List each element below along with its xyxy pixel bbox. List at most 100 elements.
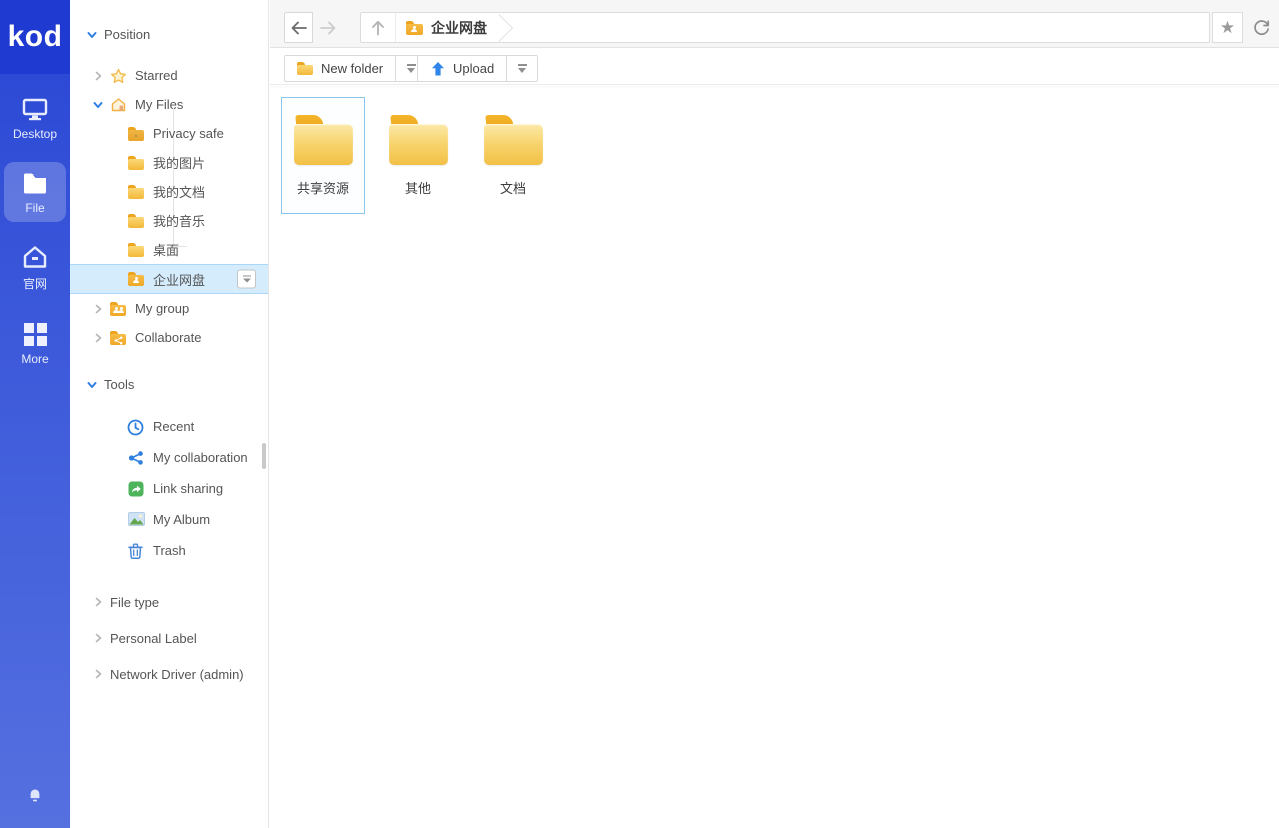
address-bar: 企业网盘 — [360, 12, 1210, 43]
kod-logo[interactable]: kod — [0, 0, 70, 74]
sidebar-item-starred[interactable]: Starred — [70, 61, 268, 90]
breadcrumb-chevron-icon — [497, 13, 519, 42]
folder-user-icon — [406, 20, 424, 36]
sidebar-item-trash[interactable]: Trash — [70, 535, 268, 566]
sidebar: Position Starred My Files — [70, 0, 269, 828]
file-name: 其他 — [405, 178, 431, 197]
chevron-down-icon[interactable] — [86, 379, 98, 391]
new-folder-splitbutton: New folder — [284, 55, 427, 82]
rail-item-more[interactable]: More — [4, 313, 66, 373]
link-share-icon — [128, 481, 145, 497]
sidebar-item-link-sharing[interactable]: Link sharing — [70, 473, 268, 504]
tree-item-label: 我的音乐 — [153, 211, 205, 230]
app-window: kod Desktop File — [0, 0, 1279, 828]
folder-icon — [484, 115, 543, 165]
file-name: 共享资源 — [297, 178, 349, 197]
sidebar-item-collaborate[interactable]: Collaborate — [70, 323, 268, 352]
chevron-right-icon[interactable] — [92, 596, 104, 608]
file-list-area[interactable]: 共享资源 其他 文档 — [270, 86, 1279, 828]
sidebar-section-personal-label[interactable]: Personal Label — [70, 620, 268, 656]
tree-item-label: Trash — [153, 543, 186, 558]
folder-group-icon — [110, 301, 127, 317]
back-button[interactable] — [284, 12, 313, 43]
tree-item-label: My collaboration — [153, 450, 248, 465]
folder-icon — [128, 242, 145, 258]
section-label: Personal Label — [110, 631, 197, 646]
chevron-down-icon[interactable] — [92, 99, 104, 111]
folder-icon — [389, 115, 448, 165]
upload-button[interactable]: Upload — [417, 55, 507, 82]
tree-item-label: My group — [135, 301, 189, 316]
chevron-right-icon[interactable] — [92, 70, 104, 82]
forward-button[interactable] — [313, 12, 342, 43]
rail-item-label: Desktop — [13, 127, 57, 141]
file-item-folder[interactable]: 文档 — [471, 97, 555, 214]
folder-icon — [22, 170, 48, 196]
item-dropdown-button[interactable] — [237, 270, 256, 289]
sidebar-item-privacy-safe[interactable]: Privacy safe — [70, 119, 268, 148]
sidebar-section-position[interactable]: Position — [70, 20, 268, 49]
file-name: 文档 — [500, 178, 526, 197]
folder-icon — [128, 155, 145, 171]
new-folder-label: New folder — [321, 61, 383, 76]
new-folder-button[interactable]: New folder — [284, 55, 396, 82]
up-button[interactable] — [361, 13, 395, 42]
breadcrumb-item-current[interactable]: 企业网盘 — [395, 13, 497, 42]
home-icon — [22, 244, 48, 270]
chevron-down-icon[interactable] — [86, 29, 98, 41]
sidebar-scrollbar[interactable] — [262, 443, 266, 469]
clock-icon — [127, 419, 144, 435]
section-label: Tools — [104, 377, 134, 392]
rail-item-label: File — [25, 201, 44, 215]
refresh-button[interactable] — [1246, 12, 1276, 43]
chevron-right-icon[interactable] — [92, 303, 104, 315]
rail-item-website[interactable]: 官网 — [4, 236, 66, 299]
upload-arrow-icon — [430, 61, 446, 77]
section-label: File type — [110, 595, 159, 610]
folder-safe-icon — [128, 126, 145, 142]
rail-item-desktop[interactable]: Desktop — [4, 88, 66, 148]
file-item-folder[interactable]: 共享资源 — [281, 97, 365, 214]
folder-icon — [128, 184, 145, 200]
upload-splitbutton: Upload — [417, 55, 538, 82]
sidebar-item-my-pictures[interactable]: 我的图片 — [70, 148, 268, 177]
folder-icon — [294, 115, 353, 165]
sidebar-item-my-group[interactable]: My group — [70, 294, 268, 323]
sidebar-item-my-album[interactable]: My Album — [70, 504, 268, 535]
tree-item-label: 桌面 — [153, 240, 179, 259]
sidebar-item-recent[interactable]: Recent — [70, 411, 268, 442]
tree-item-label: Privacy safe — [153, 126, 224, 141]
upload-dropdown-button[interactable] — [507, 55, 538, 82]
section-label: Position — [104, 27, 150, 42]
upload-label: Upload — [453, 61, 494, 76]
tree-item-label: Link sharing — [153, 481, 223, 496]
folder-icon — [128, 213, 145, 229]
tree-item-label: My Files — [135, 97, 183, 112]
sidebar-section-network-driver[interactable]: Network Driver (admin) — [70, 656, 268, 692]
chevron-right-icon[interactable] — [92, 668, 104, 680]
sidebar-section-tools[interactable]: Tools — [70, 370, 268, 399]
notification-bell-icon[interactable] — [0, 788, 70, 804]
folder-icon — [297, 61, 314, 76]
rail-item-label: 官网 — [23, 275, 47, 292]
sidebar-item-my-files[interactable]: My Files — [70, 90, 268, 119]
chevron-right-icon[interactable] — [92, 332, 104, 344]
sidebar-section-file-type[interactable]: File type — [70, 584, 268, 620]
chevron-right-icon[interactable] — [92, 632, 104, 644]
app-rail: kod Desktop File — [0, 0, 70, 828]
monitor-icon — [22, 96, 48, 122]
share-nodes-icon — [128, 450, 145, 466]
tree-item-label: 我的图片 — [153, 153, 205, 172]
sidebar-item-my-documents[interactable]: 我的文档 — [70, 177, 268, 206]
folder-user-icon — [128, 271, 145, 287]
sidebar-item-desktop-folder[interactable]: 桌面 — [70, 235, 268, 264]
rail-item-label: More — [21, 352, 48, 366]
rail-item-file[interactable]: File — [4, 162, 66, 222]
file-grid: 共享资源 其他 文档 — [270, 86, 1279, 214]
favorite-star-button[interactable]: ★ — [1212, 12, 1243, 43]
star-icon — [110, 68, 127, 84]
sidebar-item-enterprise-disk[interactable]: 企业网盘 — [70, 264, 268, 294]
sidebar-item-my-music[interactable]: 我的音乐 — [70, 206, 268, 235]
file-item-folder[interactable]: 其他 — [376, 97, 460, 214]
sidebar-item-my-collaboration[interactable]: My collaboration — [70, 442, 268, 473]
